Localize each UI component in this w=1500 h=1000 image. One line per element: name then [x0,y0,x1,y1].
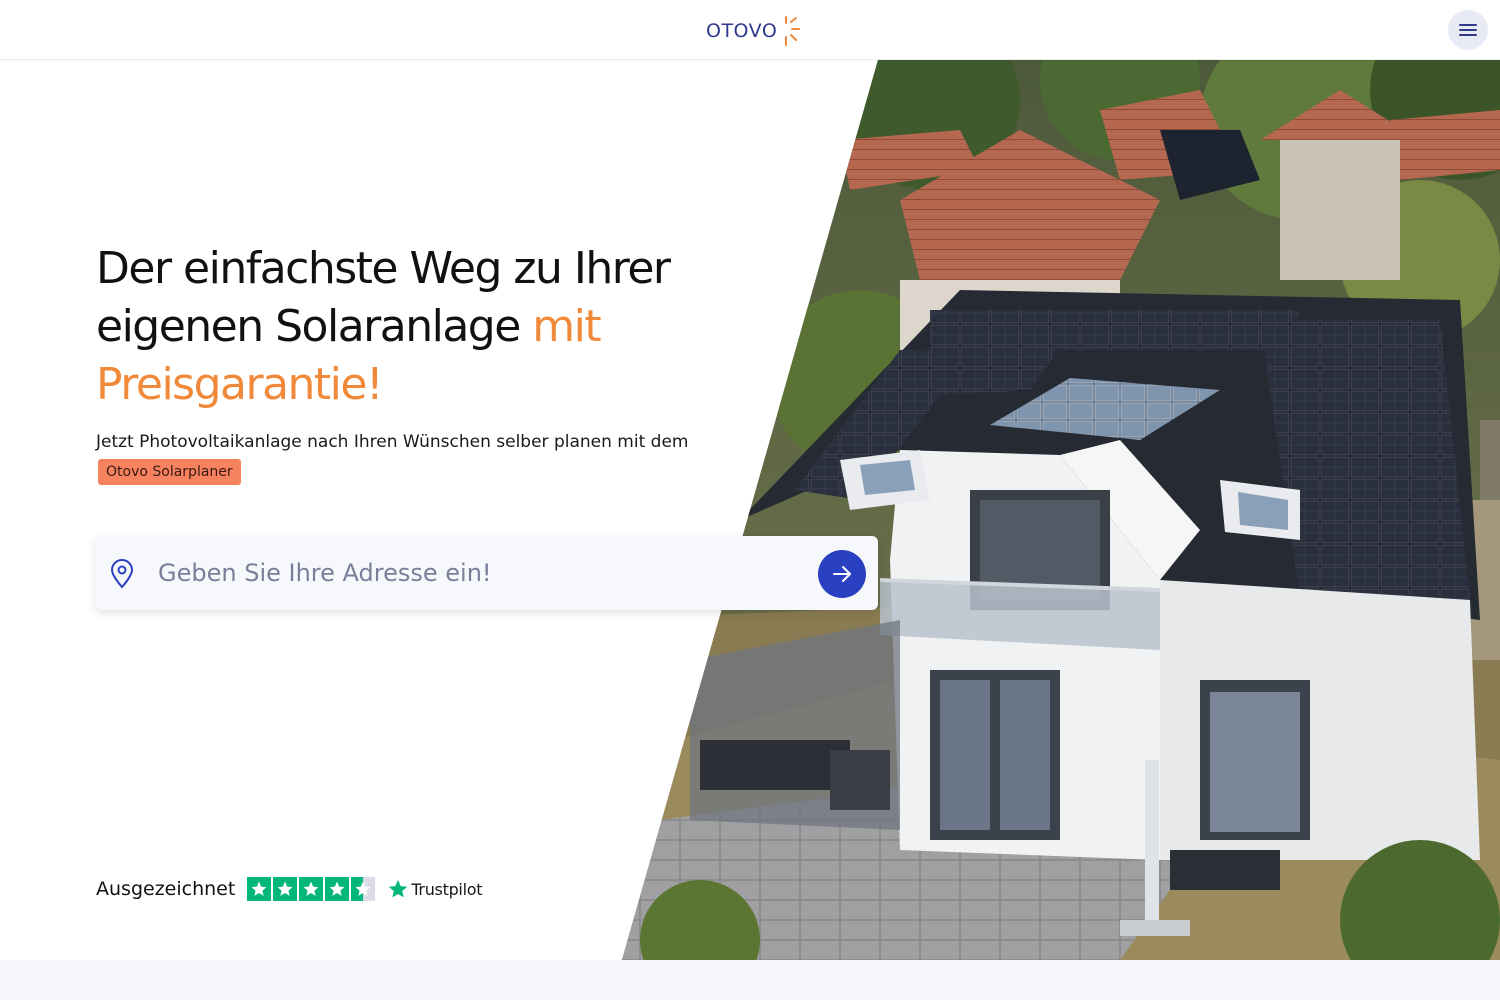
hero-subline: Jetzt Photovoltaikanlage nach Ihren Wüns… [96,427,716,487]
solarplaner-badge[interactable]: Otovo Solarplaner [98,459,241,485]
sun-burst-icon [785,16,801,46]
hero-headline: Der einfachste Weg zu Ihrer eigenen Sola… [96,240,736,414]
map-pin-icon [110,559,134,589]
next-section-strip [0,960,1500,1000]
rating-label: Ausgezeichnet [96,878,236,900]
star-icon [325,877,350,901]
hamburger-icon [1459,24,1477,36]
site-header: OTOVO [0,0,1500,60]
address-search-box[interactable] [96,536,878,610]
arrow-right-icon [833,566,851,582]
trustpilot-logo[interactable]: Trustpilot [387,878,482,900]
hero-house-image [622,60,1500,960]
trustpilot-rating[interactable]: Ausgezeichnet Trustpilot [96,874,482,904]
address-input[interactable] [158,554,798,592]
trustpilot-wordmark: Trustpilot [411,879,483,899]
half-star-icon [351,877,376,901]
star-icon [299,877,324,901]
star-icon [273,877,298,901]
submit-address-button[interactable] [818,550,866,598]
house-with-solar-panels-photo [622,60,1500,960]
otovo-logo[interactable]: OTOVO [706,14,801,48]
trustpilot-star-icon [389,879,408,898]
logo-text: OTOVO [706,20,778,42]
menu-button[interactable] [1448,10,1488,50]
subline-text: Jetzt Photovoltaikanlage nach Ihren Wüns… [96,432,689,452]
star-icon [247,877,272,901]
rating-stars [247,877,376,901]
